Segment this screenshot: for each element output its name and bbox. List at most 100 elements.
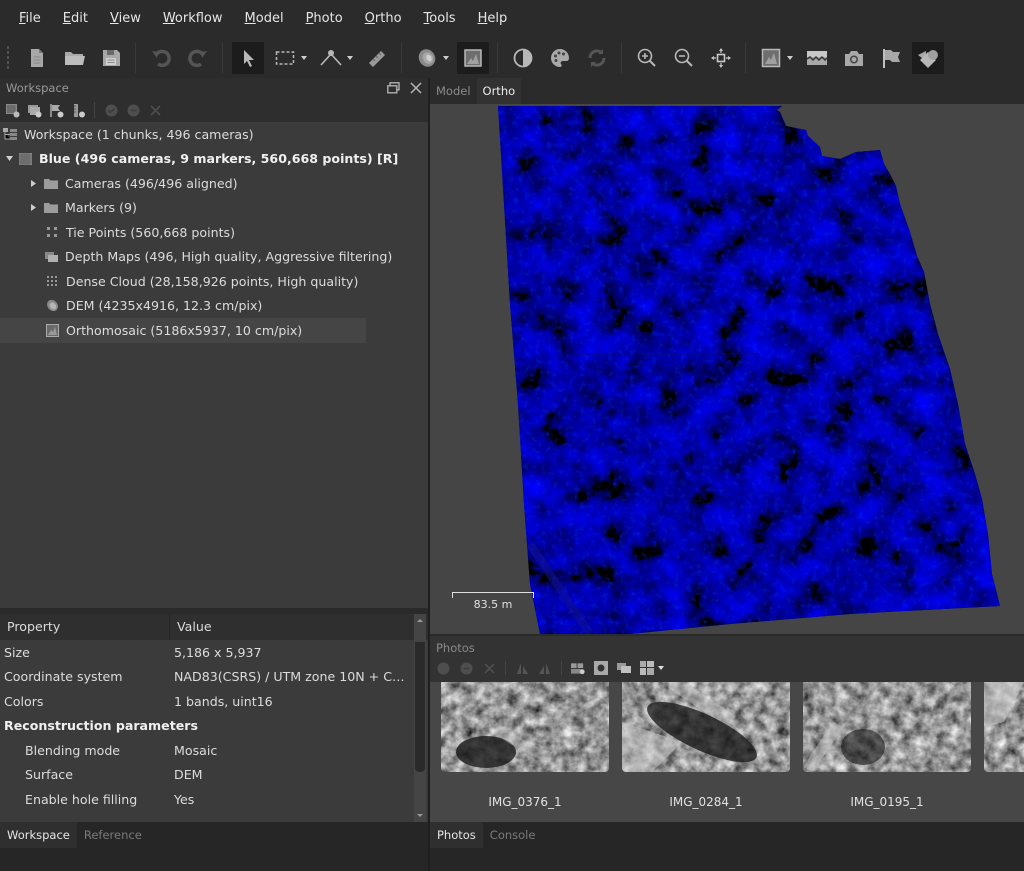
- photo-thumbnail[interactable]: [441, 682, 609, 772]
- orthomosaic-button[interactable]: [456, 42, 489, 74]
- save-button[interactable]: [95, 42, 127, 74]
- menu-view[interactable]: View: [99, 0, 152, 38]
- property-row[interactable]: Surface DEM: [0, 763, 428, 788]
- dem-dropdown[interactable]: [442, 42, 450, 74]
- scrollbar-thumb[interactable]: [415, 642, 425, 772]
- photo-thumbnail[interactable]: [984, 682, 1024, 772]
- filter-photos-button[interactable]: [571, 661, 585, 675]
- property-key: Coordinate system: [4, 669, 123, 685]
- rectangle-selection-icon: [275, 51, 294, 65]
- menu-edit[interactable]: Edit: [52, 0, 99, 38]
- tab-workspace[interactable]: Workspace: [0, 822, 77, 848]
- menu-ortho[interactable]: Ortho: [354, 0, 413, 38]
- add-marker-button[interactable]: [48, 102, 64, 118]
- menu-workflow[interactable]: Workflow: [152, 0, 234, 38]
- disable-camera-button[interactable]: [459, 661, 473, 675]
- scroll-up-arrow-icon[interactable]: [417, 619, 423, 622]
- navigation-pointer-icon: [243, 50, 254, 67]
- expand-arrow-icon[interactable]: [6, 154, 13, 164]
- tab-ortho[interactable]: Ortho: [476, 78, 522, 104]
- tree-item-cameras[interactable]: Cameras (496/496 aligned): [0, 171, 366, 196]
- tree-item-orthomosaic[interactable]: Orthomosaic (5186x5937, 10 cm/pix): [0, 318, 366, 343]
- property-row[interactable]: Blending mode Mosaic: [0, 738, 428, 763]
- tree-item-markers[interactable]: Markers (9): [0, 196, 366, 221]
- photo-thumbnail[interactable]: [622, 682, 790, 772]
- tab-reference[interactable]: Reference: [77, 822, 149, 848]
- properties-scrollbar[interactable]: [414, 614, 426, 822]
- camera-button[interactable]: [838, 42, 870, 74]
- navigation-button[interactable]: [231, 42, 264, 74]
- ortho-viewport[interactable]: 83.5 m: [430, 104, 1024, 634]
- photo-thumbnail[interactable]: [803, 682, 971, 772]
- markers-button[interactable]: [875, 42, 907, 74]
- property-row[interactable]: Coordinate system NAD83(CSRS) / UTM zone …: [0, 665, 428, 690]
- remove-camera-button[interactable]: [482, 661, 496, 675]
- add-scalebar-button[interactable]: [70, 102, 86, 118]
- brightness-contrast-icon: [513, 48, 532, 68]
- zoom-out-button[interactable]: [668, 42, 700, 74]
- property-group-label: Reconstruction parameters: [4, 718, 198, 734]
- new-document-button[interactable]: [21, 42, 53, 74]
- toolbar-grip[interactable]: [6, 45, 10, 71]
- property-row[interactable]: Enable hole filling Yes: [0, 787, 428, 812]
- toolbar-separator: [621, 43, 622, 73]
- column-header-value[interactable]: Value: [170, 614, 212, 640]
- tree-item-chunk[interactable]: Blue (496 cameras, 9 markers, 560,668 po…: [0, 147, 398, 172]
- tree-item-dem[interactable]: DEM (4235x4916, 12.3 cm/pix): [0, 294, 366, 319]
- ruler-button[interactable]: [361, 42, 393, 74]
- rotate-button[interactable]: [581, 42, 613, 74]
- photos-grid: IMG_0376_1 IMG_0284_1 IMG_0195_1: [430, 682, 1024, 822]
- remove-button[interactable]: [147, 102, 163, 118]
- save-icon: [102, 50, 120, 66]
- reset-view-button[interactable]: [705, 42, 737, 74]
- enable-camera-button[interactable]: [436, 661, 450, 675]
- redo-button[interactable]: [182, 42, 214, 74]
- column-header-property[interactable]: Property: [0, 614, 170, 640]
- ortho-display-dropdown[interactable]: [786, 42, 794, 74]
- tab-photos[interactable]: Photos: [430, 822, 483, 848]
- open-button[interactable]: [58, 42, 90, 74]
- tree-item-dense-cloud[interactable]: Dense Cloud (28,158,926 points, High qua…: [0, 269, 366, 294]
- tree-item-depth-maps[interactable]: Depth Maps (496, High quality, Aggressiv…: [0, 245, 392, 270]
- dem-button[interactable]: [411, 42, 443, 74]
- tab-model[interactable]: Model: [430, 78, 477, 104]
- undo-button[interactable]: [145, 42, 177, 74]
- add-photos-button[interactable]: [26, 102, 42, 118]
- add-chunk-button[interactable]: [4, 102, 20, 118]
- zoom-in-button[interactable]: [631, 42, 663, 74]
- selection-dropdown[interactable]: [300, 42, 308, 74]
- depth-maps-icon: [45, 250, 58, 264]
- tab-console[interactable]: Console: [483, 822, 543, 848]
- brightness-contrast-button[interactable]: [507, 42, 539, 74]
- ruler-dropdown[interactable]: [346, 42, 354, 74]
- tree-item-tie-points[interactable]: Tie Points (560,668 points): [0, 220, 366, 245]
- close-panel-icon[interactable]: [410, 82, 422, 94]
- view-mode-button[interactable]: [640, 661, 654, 675]
- collapse-arrow-icon[interactable]: [28, 178, 38, 188]
- property-row[interactable]: Colors 1 bands, uint16: [0, 689, 428, 714]
- menu-tools[interactable]: Tools: [413, 0, 467, 38]
- rectangle-selection-button[interactable]: [269, 42, 301, 74]
- scroll-down-arrow-icon[interactable]: [417, 814, 423, 817]
- palette-button[interactable]: [544, 42, 576, 74]
- menu-help[interactable]: Help: [467, 0, 519, 38]
- show-dem-profile-button[interactable]: [801, 42, 833, 74]
- rotate-left-button[interactable]: [515, 661, 529, 675]
- collapse-arrow-icon[interactable]: [28, 203, 38, 213]
- layers-button[interactable]: [617, 661, 631, 675]
- menu-model[interactable]: Model: [234, 0, 295, 38]
- mask-button[interactable]: [594, 661, 608, 675]
- rotate-right-button[interactable]: [538, 661, 552, 675]
- show-orthomosaic-button[interactable]: [755, 42, 787, 74]
- property-group-header[interactable]: Reconstruction parameters: [0, 714, 428, 739]
- menu-file[interactable]: File: [8, 0, 52, 38]
- menu-photo[interactable]: Photo: [295, 0, 354, 38]
- tree-item-workspace[interactable]: Workspace (1 chunks, 496 cameras): [0, 122, 366, 147]
- view-mode-dropdown[interactable]: [658, 666, 664, 670]
- float-panel-icon[interactable]: [387, 82, 400, 94]
- disable-button[interactable]: [125, 102, 141, 118]
- shapes-button[interactable]: [911, 42, 944, 74]
- ruler-polyline-button[interactable]: [315, 42, 347, 74]
- property-row[interactable]: Size 5,186 x 5,937: [0, 640, 428, 665]
- enable-button[interactable]: [103, 102, 119, 118]
